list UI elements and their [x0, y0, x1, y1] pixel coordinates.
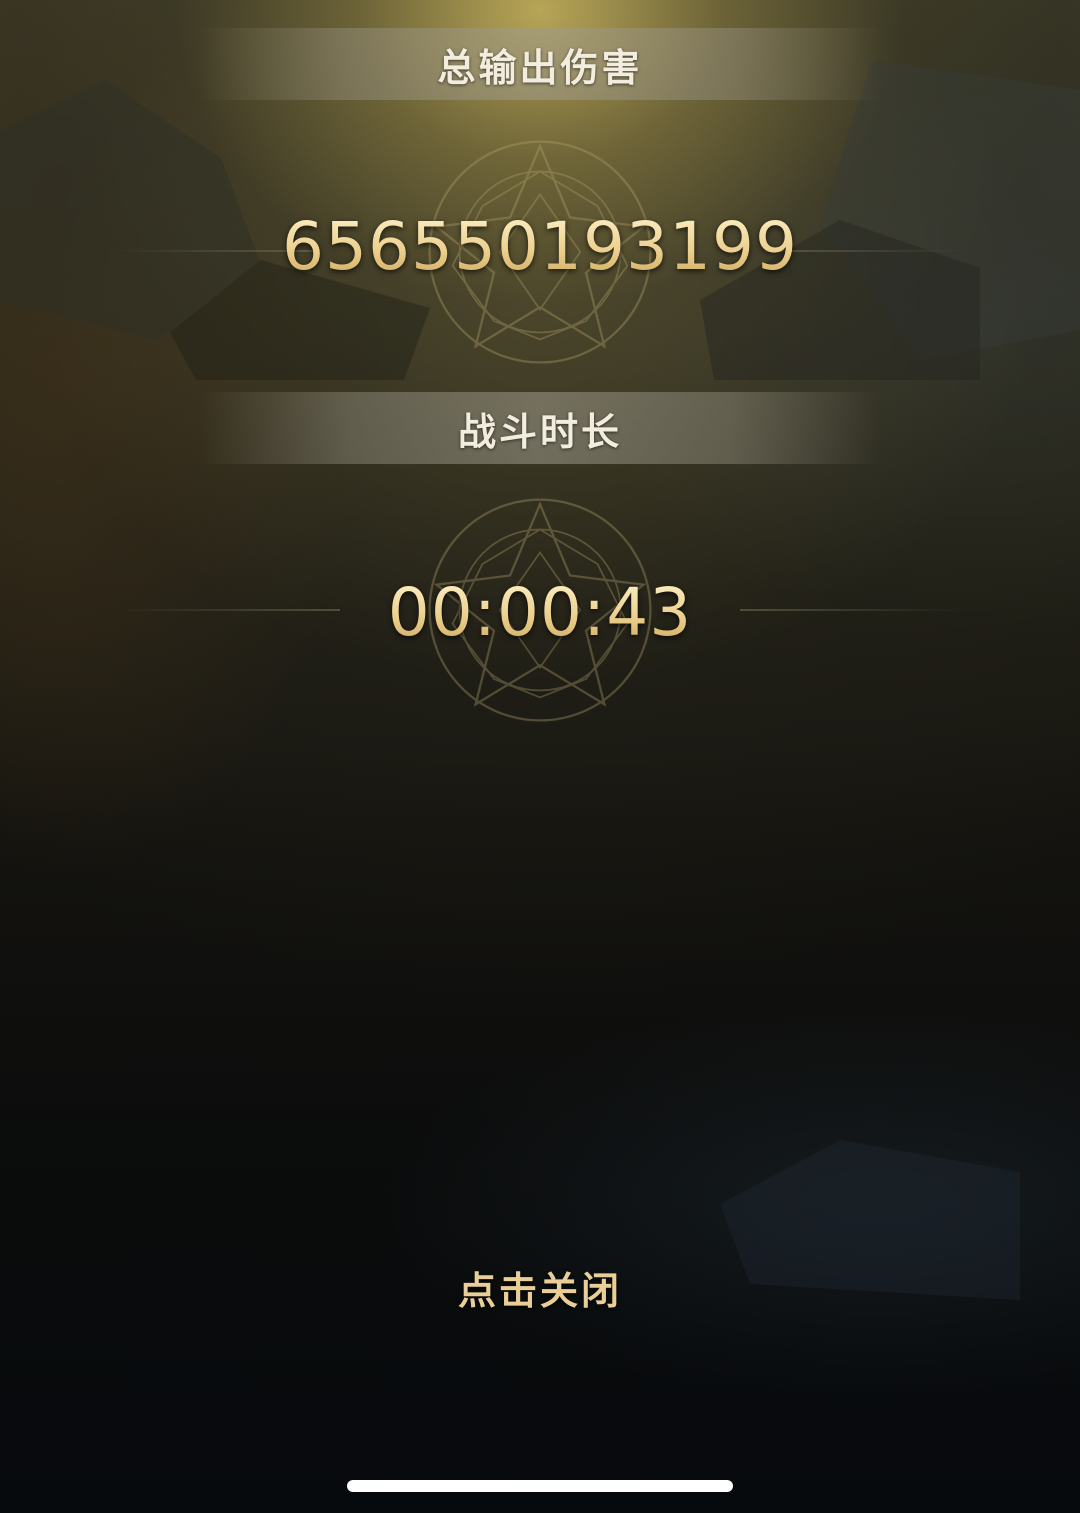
- background-rock: [720, 1140, 1020, 1300]
- battle-result-screen[interactable]: 总输出伤害 656550193199 战斗时长 00:00:43 点击关闭: [0, 0, 1080, 1513]
- duration-title-banner: 战斗时长: [200, 392, 880, 464]
- damage-title: 总输出伤害: [437, 45, 643, 90]
- total-damage-value: 656550193199: [0, 208, 1080, 285]
- close-label: 点击关闭: [457, 1268, 622, 1313]
- tap-to-close-button[interactable]: 点击关闭: [390, 1255, 690, 1319]
- home-indicator[interactable]: [347, 1480, 733, 1492]
- duration-title: 战斗时长: [457, 409, 622, 454]
- battle-duration-value: 00:00:43: [0, 574, 1080, 651]
- damage-title-banner: 总输出伤害: [200, 28, 880, 100]
